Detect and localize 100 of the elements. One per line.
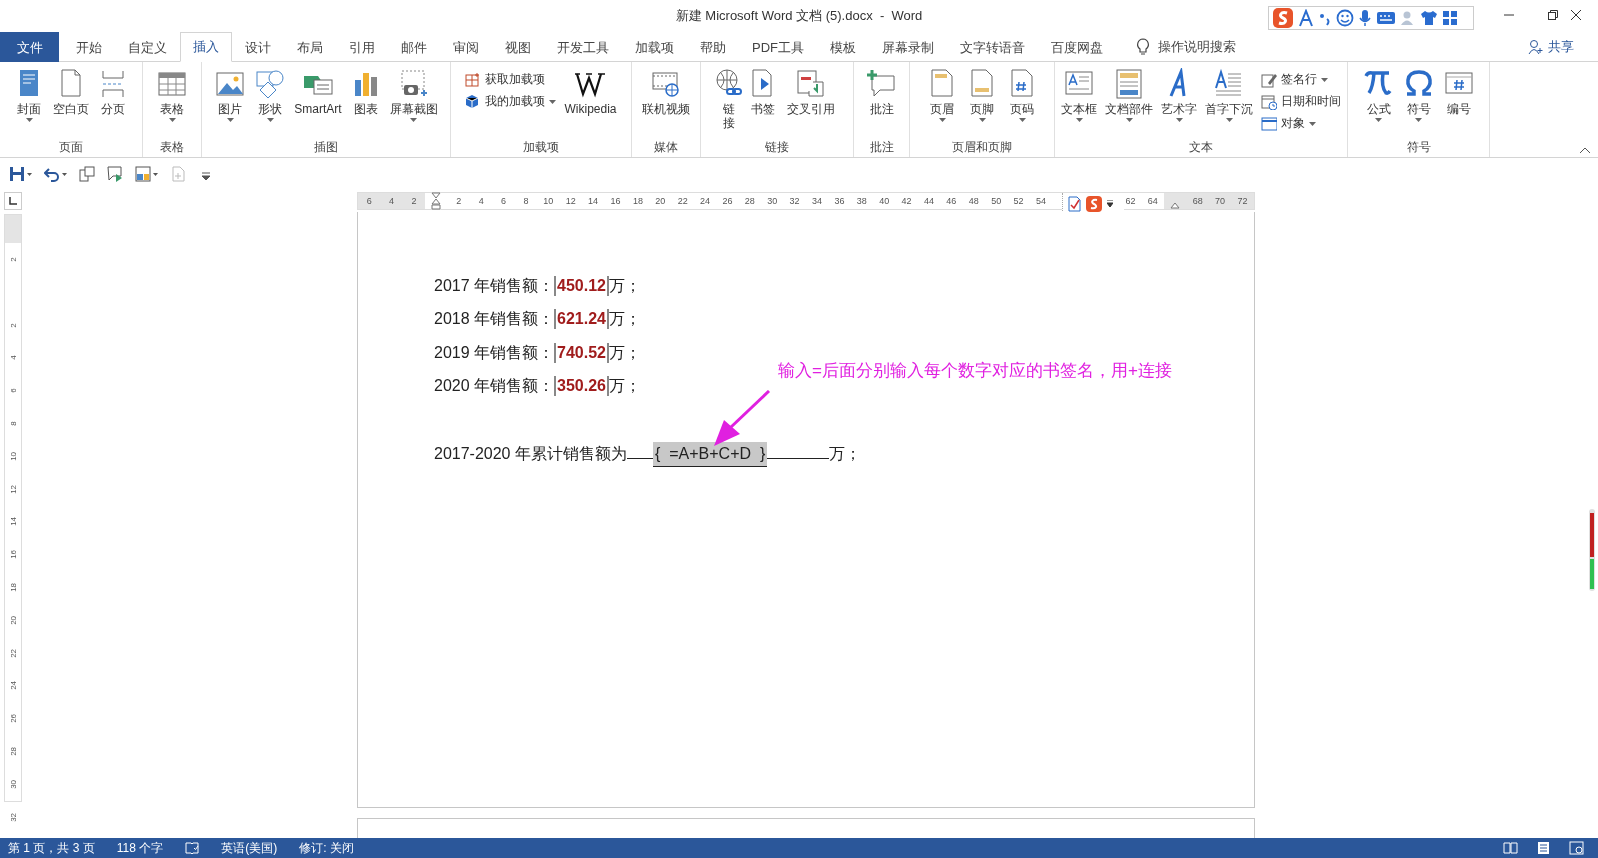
group-label: 页面 (58, 139, 84, 156)
dropdown-caret-icon (1018, 118, 1026, 122)
new-page-icon (170, 166, 186, 182)
ribbon-tab[interactable]: 文字转语音 (947, 32, 1038, 62)
ruler-number: 52 (1012, 195, 1025, 208)
ribbon-button[interactable]: 链接 (715, 66, 743, 139)
ribbon-tab[interactable]: 布局 (284, 32, 336, 62)
proofing-button[interactable] (185, 842, 200, 854)
group-label: 符号 (1405, 139, 1432, 156)
ribbon-button[interactable]: 图表 (346, 66, 385, 139)
ribbon-button[interactable]: 屏幕截图 (386, 66, 441, 139)
ribbon-button[interactable]: 签名行 (1258, 70, 1344, 89)
unit-text: 万； (609, 375, 641, 396)
toolbar-button[interactable] (43, 165, 68, 183)
ruler-number: 10 (542, 195, 555, 208)
ribbon-button[interactable]: 文档部件 (1102, 66, 1156, 139)
ribbon-button[interactable]: SmartArt (291, 66, 345, 139)
ribbon-button[interactable]: 艺术字 (1158, 66, 1200, 139)
tell-me-search[interactable]: 操作说明搜索 (1130, 32, 1242, 61)
ribbon-button[interactable]: 对象 (1258, 114, 1344, 133)
ribbon-tab[interactable]: 自定义 (115, 32, 180, 62)
ribbon-button[interactable]: 日期和时间 (1258, 92, 1344, 111)
calendar-clock-icon (1261, 93, 1277, 110)
window-title: 新建 Microsoft Word 文档 (5).docx - Word (675, 7, 923, 25)
ribbon-button[interactable]: 我的加载项 (462, 92, 560, 111)
view-button[interactable] (1569, 841, 1584, 855)
ribbon-button[interactable]: 页码 (1003, 66, 1041, 139)
ribbon-button[interactable]: 表格 (153, 66, 191, 139)
ribbon-tab[interactable]: 百度网盘 (1038, 32, 1116, 62)
ribbon-tab[interactable]: 邮件 (388, 32, 440, 62)
ruler-number: 28 (743, 195, 756, 208)
ruler-number: 18 (631, 195, 644, 208)
ruler-number: 14 (7, 517, 19, 527)
ribbon-button[interactable]: 图片 (211, 66, 250, 139)
ribbon-button[interactable]: 交叉引用 (784, 66, 839, 139)
ribbon-button[interactable]: 联机视频 (639, 66, 693, 139)
ribbon-button[interactable]: 书签 (744, 66, 783, 139)
language-button[interactable]: 英语(美国) (221, 839, 278, 857)
ribbon-tab[interactable]: 插入 (180, 32, 232, 62)
track-changes-status[interactable]: 修订: 关闭 (299, 839, 354, 857)
ruler-number: 2 (402, 193, 426, 209)
dropdown-caret-icon (1075, 118, 1083, 122)
file-tab[interactable]: 文件 (0, 32, 59, 62)
ribbon-button[interactable]: 符号 (1399, 66, 1438, 139)
copy-format-icon (79, 166, 95, 182)
formula-field[interactable]: { =A+B+C+D } (652, 442, 768, 468)
ribbon-tab[interactable]: 模板 (817, 32, 869, 62)
ribbon-button[interactable]: 首字下沉 (1202, 66, 1256, 139)
view-button[interactable] (1503, 841, 1518, 855)
dropdown-caret-icon (549, 99, 557, 104)
ribbon-tab[interactable]: 审阅 (440, 32, 492, 62)
group-label: 表格 (159, 139, 185, 156)
ruler-number: 22 (7, 648, 19, 658)
ribbon-button[interactable]: 分页 (94, 66, 132, 139)
dropdown-caret-icon (27, 172, 32, 176)
ruler-number: 6 (500, 195, 508, 208)
store-icon (465, 71, 482, 88)
share-button[interactable]: 共享 (1522, 32, 1580, 61)
ruler-number: 30 (7, 779, 19, 789)
ruler-number: 68 (1186, 193, 1209, 209)
keyboard-icon (1376, 11, 1396, 25)
ribbon-tab[interactable]: 设计 (232, 32, 284, 62)
ribbon-button[interactable]: 批注 (862, 66, 901, 139)
toolbar-button[interactable] (8, 165, 33, 183)
group-label: 加载项 (522, 139, 560, 156)
ribbon-button[interactable]: 获取加载项 (462, 70, 560, 89)
ribbon-tab[interactable]: 屏幕录制 (869, 32, 947, 62)
read-mode-icon (1503, 841, 1518, 855)
tab-stop-selector[interactable] (4, 192, 22, 210)
group-label: 链接 (764, 139, 790, 156)
ribbon-tab[interactable]: 引用 (336, 32, 388, 62)
ribbon-button[interactable]: Wikipedia (561, 66, 620, 139)
unit-text: 万； (829, 444, 862, 465)
ribbon-button[interactable]: 公式 (1359, 66, 1398, 139)
bookmarked-value: 350.26 (554, 375, 609, 396)
sales-label: 2019 年销售额： (434, 342, 555, 363)
ribbon-button[interactable]: 页眉 (923, 66, 961, 139)
ruler-number: 4 (380, 193, 403, 209)
ribbon-tab[interactable]: PDF工具 (739, 32, 817, 62)
ribbon-tab[interactable]: 帮助 (687, 32, 739, 62)
toolbar-button[interactable] (134, 165, 159, 183)
ribbon-button[interactable]: 页脚 (963, 66, 1001, 139)
toolbar-button[interactable] (106, 165, 124, 183)
ribbon-button[interactable]: 文本框 (1058, 66, 1100, 139)
ruler-number: 42 (900, 195, 913, 208)
ribbon-button[interactable]: 空白页 (50, 66, 92, 139)
ribbon-tab[interactable]: 视图 (492, 32, 544, 62)
ribbon-tab[interactable]: 加载项 (622, 32, 687, 62)
dropdown-caret-icon (1225, 118, 1233, 122)
annotation-text: 输入=后面分别输入每个数字对应的书签名，用+连接 (778, 360, 1172, 382)
toolbar-button[interactable] (78, 165, 96, 183)
ribbon-button[interactable]: 封面 (10, 66, 48, 139)
book-check-icon (185, 842, 200, 854)
ribbon-button[interactable]: 形状 (251, 66, 290, 139)
view-button[interactable] (1536, 841, 1551, 855)
ribbon-button[interactable]: 编号 (1439, 66, 1478, 139)
ribbon-tab[interactable]: 开始 (63, 32, 115, 62)
dropdown-caret-icon (62, 172, 67, 176)
print-layout-icon (1536, 841, 1551, 855)
ribbon-tab[interactable]: 开发工具 (544, 32, 622, 62)
